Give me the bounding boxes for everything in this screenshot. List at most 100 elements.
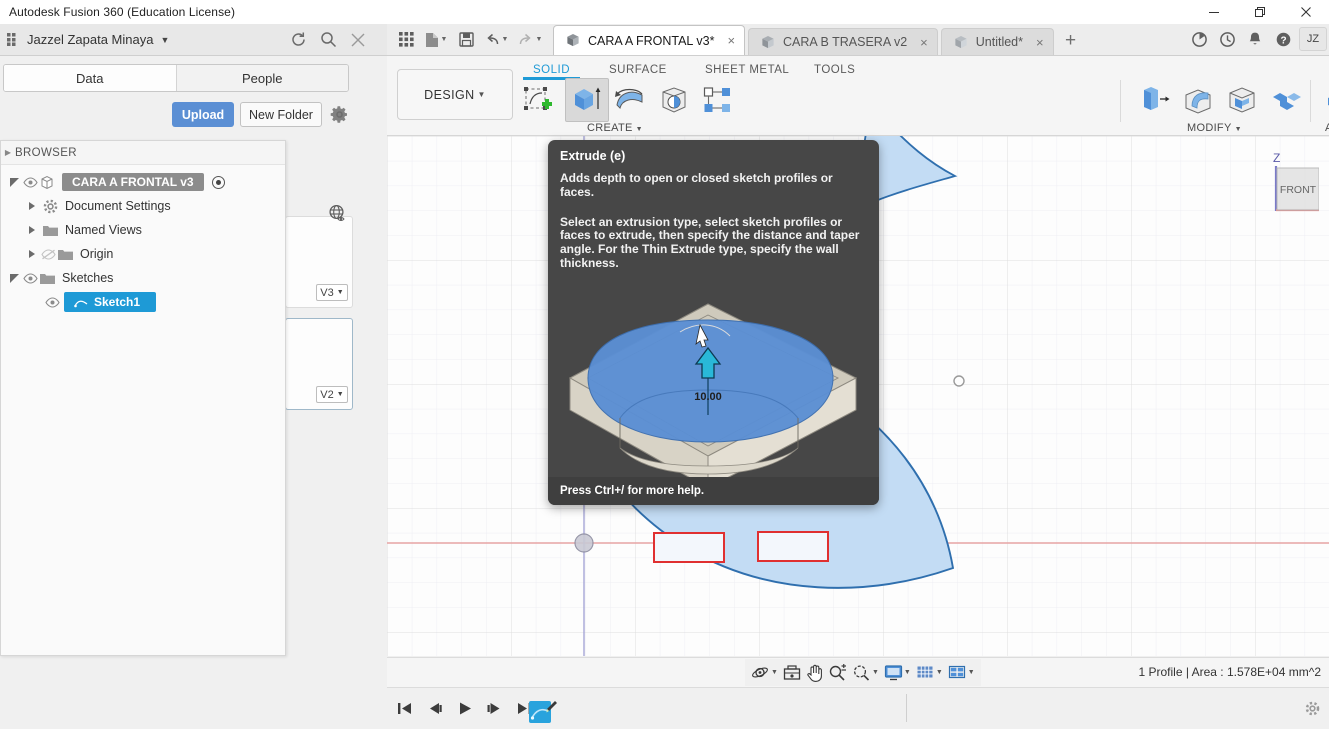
new-tab-button[interactable]: + — [1057, 27, 1085, 55]
zoom-button[interactable] — [826, 661, 849, 685]
create-group-label[interactable]: CREATE▼ — [587, 122, 643, 134]
create-sketch-button[interactable] — [516, 78, 560, 122]
version-card-v2[interactable]: V2 ▼ — [285, 318, 353, 410]
activate-component-radio[interactable] — [212, 176, 225, 189]
expander-open-icon[interactable] — [5, 274, 23, 283]
undo-icon[interactable]: ▼ — [479, 24, 513, 55]
timeline-feature-sketch1[interactable] — [528, 699, 558, 725]
recent-activity-icon[interactable] — [1213, 25, 1241, 53]
press-pull-button[interactable] — [1132, 78, 1176, 122]
fillet-button[interactable] — [1176, 78, 1220, 122]
document-tab-0[interactable]: CARA A FRONTAL v3* × — [553, 25, 745, 55]
close-icon[interactable] — [1283, 0, 1329, 24]
visibility-eye-off-icon[interactable] — [41, 249, 56, 260]
version-badge[interactable]: V2 ▼ — [316, 386, 348, 403]
tab-surface[interactable]: SURFACE — [609, 64, 667, 76]
combine-button[interactable] — [1264, 78, 1308, 122]
search-icon[interactable] — [313, 24, 343, 55]
close-icon[interactable]: × — [920, 35, 928, 50]
tooltip-paragraph-2: Select an extrusion type, select sketch … — [548, 200, 879, 271]
help-icon[interactable]: ? — [1269, 25, 1297, 53]
component-icon — [38, 175, 56, 190]
expander-open-icon[interactable] — [5, 178, 23, 187]
chevron-down-icon[interactable]: ▼ — [1235, 126, 1242, 133]
tree-item-sketches[interactable]: Sketches — [1, 266, 285, 290]
sketch-rectangle-1[interactable] — [654, 533, 724, 562]
close-icon[interactable]: × — [1036, 35, 1044, 50]
play-playback-button[interactable] — [453, 695, 475, 721]
version-card-v3[interactable]: V3 ▼ — [285, 216, 353, 308]
grid-icon[interactable] — [393, 24, 419, 55]
cube-icon — [953, 35, 969, 50]
chevron-down-icon[interactable]: ▼ — [478, 90, 486, 99]
go-to-beginning-button[interactable] — [393, 695, 415, 721]
hole-button[interactable] — [652, 78, 696, 122]
restore-icon[interactable] — [1237, 0, 1283, 24]
version-badge[interactable]: V3 ▼ — [316, 284, 348, 301]
close-data-panel-icon[interactable] — [343, 24, 373, 55]
tree-item-sketch1[interactable]: Sketch1 — [1, 290, 285, 314]
chevron-down-icon[interactable]: ▼ — [160, 35, 169, 45]
upload-button[interactable]: Upload — [172, 102, 234, 127]
visibility-eye-icon[interactable] — [45, 297, 60, 308]
orbit-button[interactable]: ▼ — [749, 661, 780, 685]
tab-tools[interactable]: TOOLS — [814, 64, 855, 76]
globe-eye-icon[interactable] — [328, 204, 347, 228]
new-folder-button[interactable]: New Folder — [240, 102, 322, 127]
step-back-button[interactable] — [423, 695, 445, 721]
visibility-eye-icon[interactable] — [23, 177, 38, 188]
extrude-button[interactable] — [565, 78, 609, 122]
sketch-point-marker[interactable] — [954, 376, 964, 386]
expander-closed-icon[interactable] — [23, 226, 41, 234]
minimize-icon[interactable] — [1191, 0, 1237, 24]
expander-closed-icon[interactable] — [23, 202, 41, 210]
display-settings-button[interactable]: ▼ — [882, 661, 913, 685]
tree-item-document-settings[interactable]: Document Settings — [1, 194, 285, 218]
chevron-down-icon[interactable]: ▼ — [337, 289, 344, 296]
origin-point[interactable] — [575, 534, 593, 552]
workspace-switcher[interactable]: DESIGN ▼ — [397, 69, 513, 120]
fit-button[interactable]: ▼ — [850, 661, 881, 685]
tree-item-origin[interactable]: Origin — [1, 242, 285, 266]
new-component-button[interactable] — [1319, 78, 1329, 122]
document-tab-2[interactable]: Untitled* × — [941, 28, 1054, 55]
shell-button[interactable] — [1220, 78, 1264, 122]
refresh-icon[interactable] — [283, 24, 313, 55]
close-icon[interactable]: × — [727, 33, 735, 48]
viewports-icon — [948, 664, 967, 681]
redo-icon[interactable]: ▼ — [513, 24, 547, 55]
visibility-eye-icon[interactable] — [23, 273, 38, 284]
tab-solid[interactable]: SOLID — [533, 64, 570, 76]
avatar[interactable]: JZ — [1299, 27, 1327, 51]
pan-button[interactable] — [804, 661, 825, 685]
view-cube[interactable]: Z FRONT — [1239, 144, 1319, 224]
tab-sheet-metal[interactable]: SHEET METAL — [705, 64, 789, 76]
new-file-icon[interactable]: ▼ — [419, 24, 453, 55]
gear-icon[interactable] — [330, 105, 349, 129]
sketch-rectangle-2[interactable] — [758, 532, 828, 561]
pattern-button[interactable] — [696, 78, 740, 122]
assemble-group-label[interactable]: ASSEMBLE▼ — [1325, 122, 1329, 134]
save-icon[interactable] — [453, 24, 479, 55]
look-at-button[interactable] — [781, 661, 803, 685]
step-forward-button[interactable] — [483, 695, 505, 721]
modify-group-label[interactable]: MODIFY▼ — [1187, 122, 1242, 134]
grid-snaps-button[interactable]: ▼ — [914, 661, 945, 685]
app-grid-icon[interactable] — [4, 31, 22, 49]
chevron-down-icon[interactable]: ▼ — [337, 391, 344, 398]
chevron-right-icon[interactable]: ▶ — [1, 148, 15, 157]
tree-item-named-views[interactable]: Named Views — [1, 218, 285, 242]
viewports-button[interactable]: ▼ — [946, 661, 977, 685]
tab-people[interactable]: People — [176, 65, 349, 91]
tree-item-cara-a-frontal[interactable]: CARA A FRONTAL v3 — [1, 170, 285, 194]
job-status-icon[interactable] — [1185, 25, 1213, 53]
revolve-button[interactable] — [608, 78, 652, 122]
notifications-icon[interactable] — [1241, 25, 1269, 53]
chevron-down-icon[interactable]: ▼ — [636, 126, 643, 133]
expander-closed-icon[interactable] — [23, 250, 41, 258]
document-tab-1[interactable]: CARA B TRASERA v2 × — [748, 28, 938, 55]
fit-icon — [852, 664, 871, 681]
timeline-settings-gear-icon[interactable] — [1304, 700, 1321, 722]
tab-data[interactable]: Data — [4, 65, 176, 91]
user-name-label: Jazzel Zapata Minaya — [27, 32, 153, 47]
